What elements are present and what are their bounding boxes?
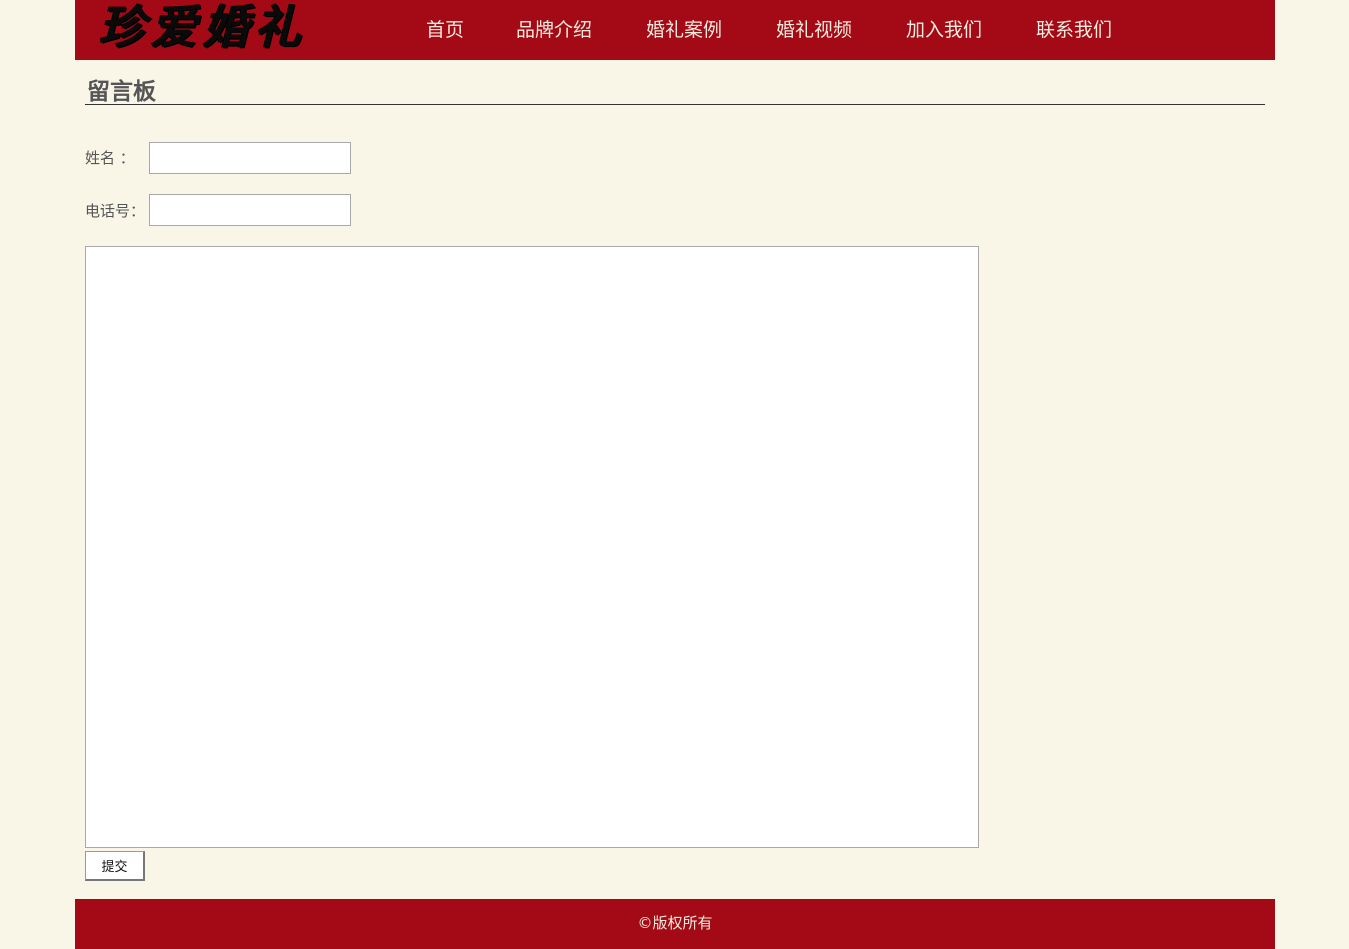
nav-item-wedding-videos[interactable]: 婚礼视频 — [776, 18, 852, 42]
nav-item-home[interactable]: 首页 — [426, 18, 464, 42]
copyright-text: ©版权所有 — [637, 914, 713, 932]
page-title: 留言板 — [87, 78, 156, 105]
nav-item-join-us[interactable]: 加入我们 — [906, 18, 982, 42]
nav-item-wedding-cases[interactable]: 婚礼案例 — [646, 18, 722, 42]
phone-label: 电话号： — [85, 202, 146, 220]
name-label: 姓名 ： — [85, 149, 135, 167]
nav-item-contact-us[interactable]: 联系我们 — [1036, 18, 1112, 42]
name-input[interactable] — [149, 142, 351, 174]
title-divider — [85, 104, 1265, 105]
message-textarea[interactable] — [85, 246, 979, 848]
submit-button[interactable]: 提交 — [85, 851, 145, 881]
phone-input[interactable] — [149, 194, 351, 226]
site-header: 珍爱婚礼 首页 品牌介绍 婚礼案例 婚礼视频 加入我们 联系我们 — [75, 0, 1275, 60]
site-footer: ©版权所有 — [75, 899, 1275, 949]
main-nav: 首页 品牌介绍 婚礼案例 婚礼视频 加入我们 联系我们 — [75, 0, 1275, 60]
nav-item-brand-intro[interactable]: 品牌介绍 — [516, 18, 592, 42]
